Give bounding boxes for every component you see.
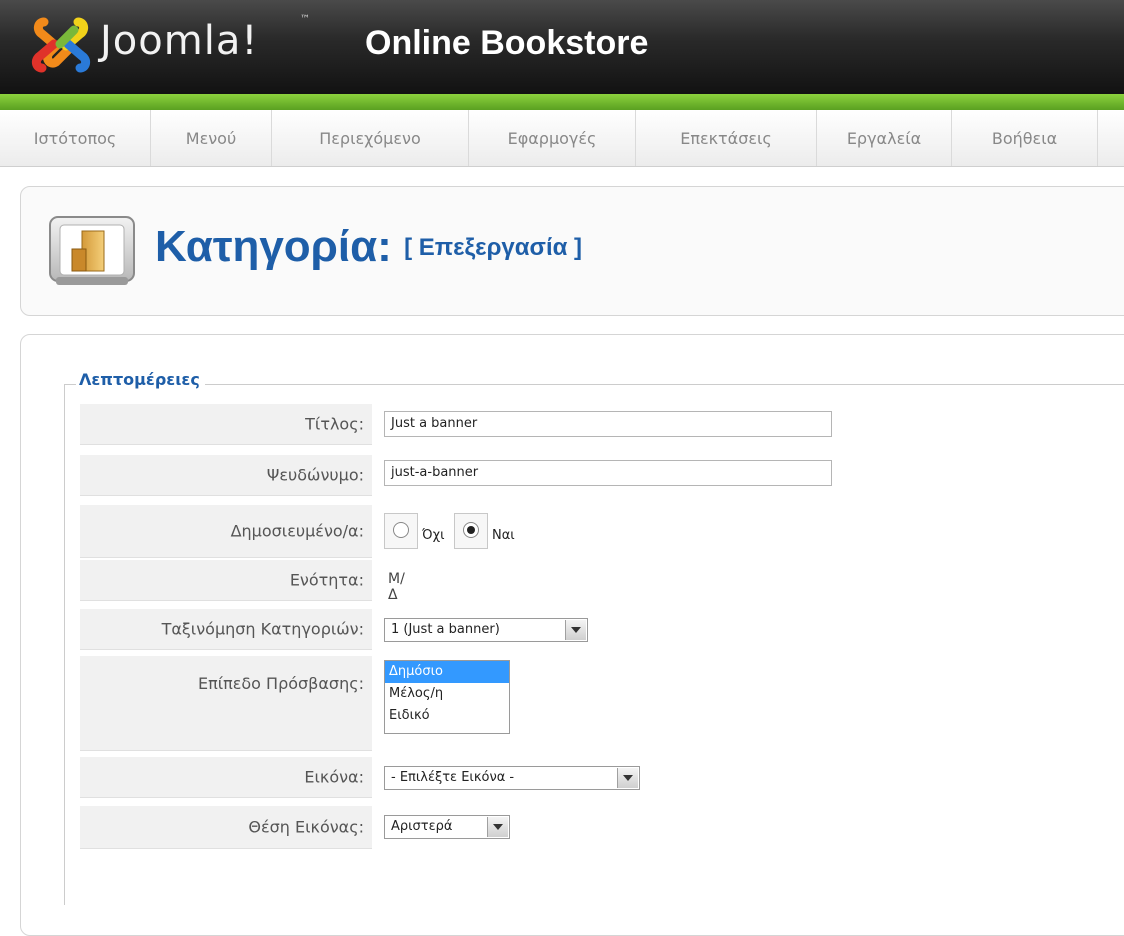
menu-item-site[interactable]: Ιστότοπος	[0, 110, 151, 166]
chevron-down-icon[interactable]	[565, 620, 586, 640]
menu-item-components[interactable]: Εφαρμογές	[469, 110, 636, 166]
page-title-text: Κατηγορία:	[155, 222, 392, 271]
image-position-row: Θέση Εικόνας: Αριστερά	[80, 806, 840, 849]
section-label: Ενότητα:	[289, 570, 364, 590]
alias-label: Ψευδώνυμο:	[266, 465, 364, 485]
ordering-select-value: 1 (Just a banner)	[391, 622, 500, 637]
image-label-cell: Εικόνα:	[80, 757, 372, 798]
ordering-row: Ταξινόμηση Κατηγοριών: 1 (Just a banner)	[80, 609, 840, 650]
published-no-label: Όχι	[422, 528, 445, 543]
category-icon	[49, 216, 135, 285]
section-label-cell: Ενότητα:	[80, 560, 372, 601]
image-select-value: - Επιλέξτε Εικόνα -	[391, 770, 515, 785]
menu-item-help[interactable]: Βοήθεια	[952, 110, 1098, 166]
ordering-label: Ταξινόμηση Κατηγοριών:	[161, 619, 364, 639]
details-legend: Λεπτομέρειες	[76, 370, 205, 389]
image-label: Εικόνα:	[304, 767, 364, 787]
chevron-down-icon[interactable]	[617, 768, 638, 788]
title-input[interactable]: Just a banner	[384, 411, 832, 437]
page-title: Κατηγορία: [ Επεξεργασία ]	[155, 222, 582, 272]
access-option-registered[interactable]: Μέλος/η	[385, 683, 509, 705]
access-label: Επίπεδο Πρόσβασης:	[197, 674, 364, 693]
published-label-cell: Δημοσιευμένο/α:	[80, 505, 372, 558]
image-position-label: Θέση Εικόνας:	[248, 817, 364, 837]
image-position-select-value: Αριστερά	[391, 819, 453, 834]
trademark-symbol: ™	[300, 14, 310, 25]
image-position-label-cell: Θέση Εικόνας:	[80, 806, 372, 849]
joomla-wordmark: Joomla!	[100, 18, 259, 64]
title-label: Τίτλος:	[305, 414, 364, 434]
access-option-public[interactable]: Δημόσιο	[385, 661, 509, 683]
menu-item-menus[interactable]: Μενού	[151, 110, 272, 166]
image-select[interactable]: - Επιλέξτε Εικόνα -	[384, 766, 640, 790]
access-label-cell: Επίπεδο Πρόσβασης:	[80, 656, 372, 751]
alias-label-cell: Ψευδώνυμο:	[80, 455, 372, 496]
ordering-select[interactable]: 1 (Just a banner)	[384, 618, 588, 642]
published-no-radio[interactable]	[384, 513, 418, 549]
image-position-select[interactable]: Αριστερά	[384, 815, 510, 839]
published-label: Δημοσιευμένο/α:	[230, 521, 364, 541]
section-row: Ενότητα: Μ/Δ	[80, 560, 840, 603]
access-option-special[interactable]: Ειδικό	[385, 705, 509, 727]
image-row: Εικόνα: - Επιλέξτε Εικόνα -	[80, 757, 840, 798]
admin-header: Joomla! ™ Online Bookstore	[0, 0, 1124, 96]
joomla-logo-icon	[31, 17, 91, 73]
title-row: Τίτλος: Just a banner	[80, 404, 840, 445]
header-accent-bar	[0, 94, 1124, 110]
section-value: Μ/Δ	[388, 571, 405, 603]
chevron-down-icon[interactable]	[487, 817, 508, 837]
published-yes-radio[interactable]	[454, 513, 488, 549]
site-name: Online Bookstore	[365, 24, 649, 62]
access-level-listbox[interactable]: Δημόσιο Μέλος/η Ειδικό	[384, 660, 510, 734]
menu-item-tools[interactable]: Εργαλεία	[817, 110, 952, 166]
ordering-label-cell: Ταξινόμηση Κατηγοριών:	[80, 609, 372, 650]
main-menu-bar: Ιστότοπος Μενού Περιεχόμενο Εφαρμογές Επ…	[0, 110, 1124, 167]
access-row: Επίπεδο Πρόσβασης: Δημόσιο Μέλος/η Ειδικ…	[80, 656, 840, 751]
title-label-cell: Τίτλος:	[80, 404, 372, 445]
alias-row: Ψευδώνυμο: just-a-banner	[80, 455, 840, 496]
menu-item-content[interactable]: Περιεχόμενο	[272, 110, 469, 166]
page-subtitle: [ Επεξεργασία ]	[404, 234, 583, 261]
menu-item-extensions[interactable]: Επεκτάσεις	[636, 110, 817, 166]
published-yes-label: Ναι	[492, 528, 515, 543]
published-row: Δημοσιευμένο/α: Όχι Ναι	[80, 505, 840, 558]
alias-input[interactable]: just-a-banner	[384, 460, 832, 486]
